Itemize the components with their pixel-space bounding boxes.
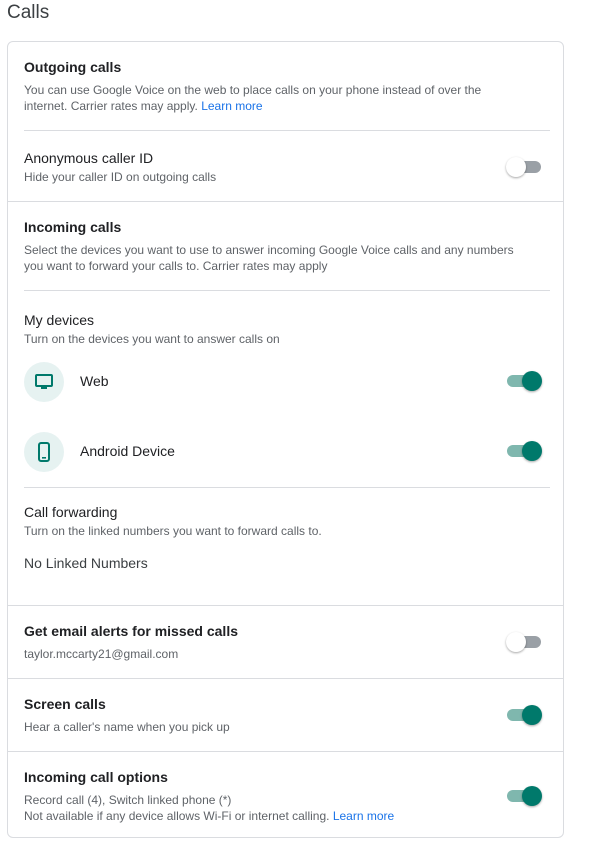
- divider: [24, 487, 550, 488]
- incoming-calls-title: Incoming calls: [24, 219, 122, 235]
- toggle-knob: [506, 157, 526, 177]
- incoming-call-options-toggle[interactable]: [506, 785, 542, 807]
- outgoing-desc-line1: You can use Google Voice on the web to p…: [24, 83, 482, 97]
- call-forwarding-description: Turn on the linked numbers you want to f…: [24, 524, 322, 538]
- toggle-knob: [522, 441, 542, 461]
- section-divider: [8, 751, 563, 752]
- outgoing-calls-description: You can use Google Voice on the web to p…: [24, 82, 544, 114]
- section-divider: [8, 678, 563, 679]
- screen-calls-title: Screen calls: [24, 696, 106, 712]
- divider: [24, 130, 550, 131]
- toggle-knob: [506, 632, 526, 652]
- options-desc-line1: Record call (4), Switch linked phone (*): [24, 793, 232, 807]
- screen-calls-toggle[interactable]: [506, 704, 542, 726]
- android-device-avatar: [24, 432, 64, 472]
- no-linked-numbers-text: No Linked Numbers: [24, 555, 148, 571]
- android-device-toggle[interactable]: [506, 440, 542, 462]
- outgoing-learn-more-link[interactable]: Learn more: [201, 99, 262, 113]
- email-alerts-title: Get email alerts for missed calls: [24, 623, 238, 639]
- email-alerts-address: taylor.mccarty21@gmail.com: [24, 647, 179, 661]
- incoming-call-options-description: Record call (4), Switch linked phone (*)…: [24, 792, 494, 824]
- incoming-calls-description: Select the devices you want to use to an…: [24, 242, 554, 274]
- web-device-toggle[interactable]: [506, 370, 542, 392]
- incoming-call-options-title: Incoming call options: [24, 769, 168, 785]
- device-label-web: Web: [80, 373, 109, 389]
- anonymous-caller-id-description: Hide your caller ID on outgoing calls: [24, 170, 217, 184]
- incoming-desc-line1: Select the devices you want to use to an…: [24, 243, 514, 257]
- toggle-knob: [522, 786, 542, 806]
- calls-settings-card: Outgoing calls You can use Google Voice …: [7, 41, 564, 838]
- my-devices-description: Turn on the devices you want to answer c…: [24, 332, 280, 346]
- options-desc-line2: Not available if any device allows Wi-Fi…: [24, 809, 330, 823]
- monitor-icon: [35, 374, 53, 389]
- page-title: Calls: [7, 2, 50, 23]
- anonymous-caller-id-toggle[interactable]: [506, 156, 542, 178]
- incoming-desc-line2: you want to forward your calls to. Carri…: [24, 259, 328, 273]
- phone-icon: [38, 442, 50, 462]
- web-device-avatar: [24, 362, 64, 402]
- section-divider: [8, 605, 563, 606]
- call-forwarding-title: Call forwarding: [24, 504, 118, 520]
- divider: [24, 290, 550, 291]
- anonymous-caller-id-title: Anonymous caller ID: [24, 150, 154, 166]
- toggle-knob: [522, 371, 542, 391]
- outgoing-desc-line2: internet. Carrier rates may apply.: [24, 99, 198, 113]
- my-devices-title: My devices: [24, 312, 95, 328]
- screen-calls-description: Hear a caller's name when you pick up: [24, 720, 230, 734]
- options-learn-more-link[interactable]: Learn more: [333, 809, 394, 823]
- toggle-knob: [522, 705, 542, 725]
- device-label-android: Android Device: [80, 443, 175, 459]
- outgoing-calls-title: Outgoing calls: [24, 59, 122, 75]
- section-divider: [8, 201, 563, 202]
- email-alerts-toggle[interactable]: [506, 631, 542, 653]
